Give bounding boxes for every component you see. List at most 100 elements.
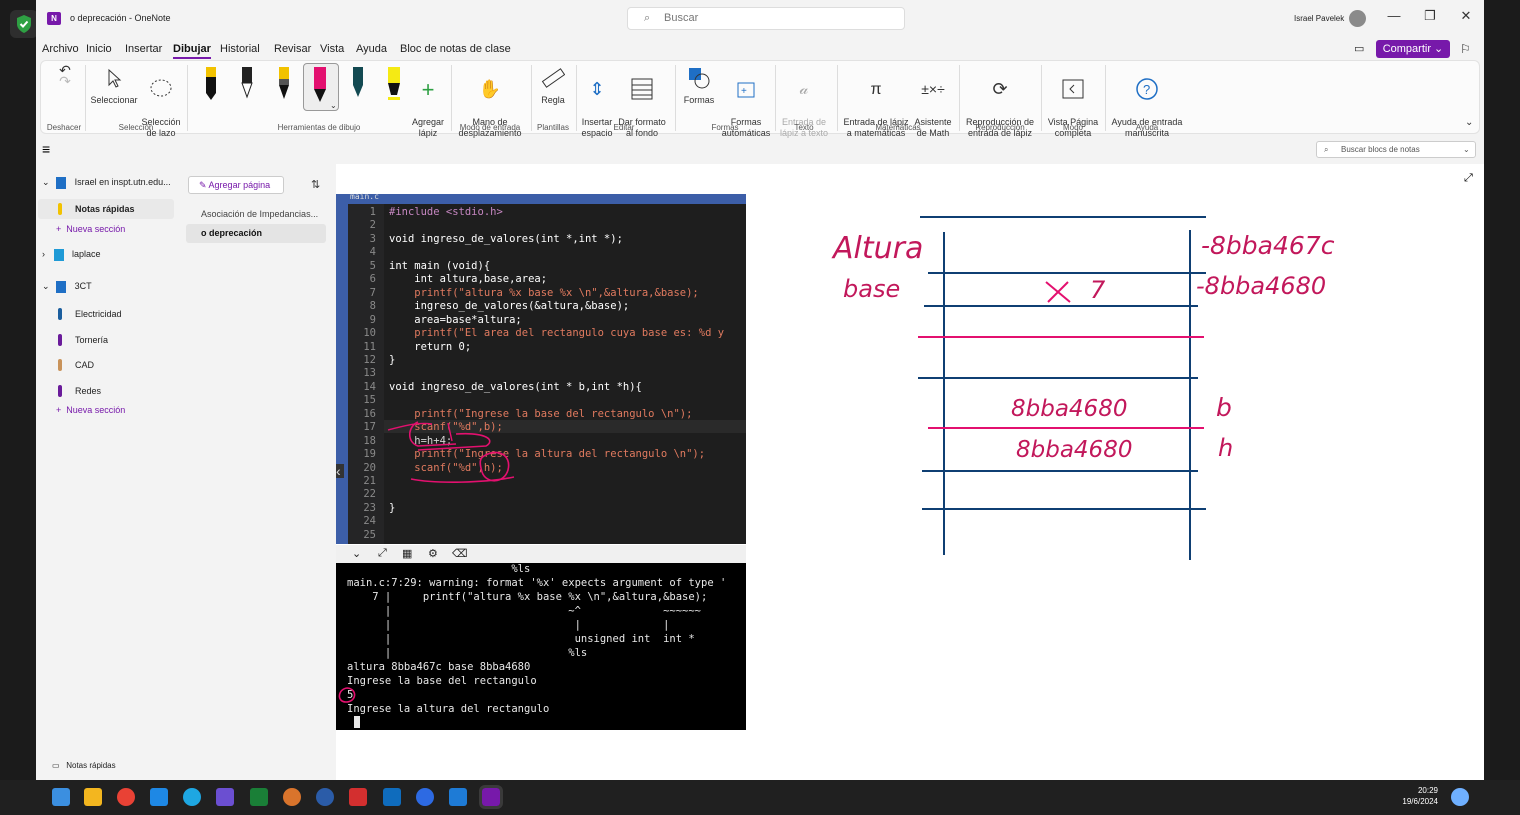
file-explorer-icon[interactable] (84, 788, 102, 806)
notebook-3ct[interactable]: ⌄ 3CT (42, 276, 92, 296)
menu-ayuda[interactable]: Ayuda (356, 43, 387, 55)
group-replay: Reproducción (975, 123, 1025, 132)
group-templates: Plantillas (536, 123, 569, 132)
page-item[interactable]: Asociación de Impedancias... (186, 204, 326, 224)
insert-space-button[interactable]: ⇕ Insertar espacio (579, 65, 615, 150)
lasso-button[interactable]: Selección de lazo (139, 65, 183, 150)
math-assistant-button[interactable]: ±×÷ Asistente de Math (911, 65, 955, 150)
pen-magenta-selected[interactable]: ⌄ (303, 63, 339, 111)
shapes-button[interactable]: Formas (679, 65, 719, 106)
autoshapes-button[interactable]: + Formas automáticas (721, 65, 771, 150)
menu-revisar[interactable]: Revisar (274, 43, 311, 55)
ink-to-math-button[interactable]: π Entrada de lápiz a matemáticas (841, 65, 911, 150)
expand-icon[interactable]: ⤢ (1464, 172, 1473, 185)
replay-icon: ⟳ (992, 78, 1008, 99)
section-torneria[interactable]: Tornería (58, 330, 108, 350)
pen-black-icon[interactable] (204, 67, 218, 101)
ink-replay-button[interactable]: ⟳ Reproducción de entrada de lápiz (963, 65, 1037, 150)
ink-to-text-button[interactable]: 𝒶 Entrada de lápiz a texto (777, 65, 831, 150)
acrobat-icon[interactable] (349, 788, 367, 806)
section-electricidad[interactable]: Electricidad (58, 304, 122, 324)
notebook-view-icon[interactable]: ▭ (1354, 42, 1364, 55)
ink-label-h: h (1218, 434, 1234, 462)
chevron-down-icon: ⌄ (42, 281, 50, 291)
edge-icon[interactable] (183, 788, 201, 806)
add-page-label: Agregar página (208, 180, 271, 190)
pen-yellow-icon[interactable] (277, 67, 291, 101)
quick-notes-footer[interactable]: ▭ Notas rápidas (52, 756, 116, 776)
undo-button[interactable]: ↶ ↷ (55, 63, 75, 88)
copilot-icon[interactable] (1451, 788, 1469, 806)
chevron-right-icon: › (42, 249, 45, 259)
section-label: Tornería (75, 335, 109, 345)
add-page-button[interactable]: ✎ Agregar página (188, 176, 284, 194)
ink-pointer-b-value: 8bba4680 (1011, 396, 1128, 422)
onenote-taskbar-icon[interactable] (479, 785, 503, 809)
notebook-israel[interactable]: ⌄ Israel en inspt.utn.edu... (42, 172, 171, 192)
full-page-view-button[interactable]: Vista Página completa (1045, 65, 1101, 150)
ink-pointer-h-value: 8bba4680 (1016, 437, 1133, 463)
menu-historial[interactable]: Historial (220, 43, 260, 55)
chevron-down-icon: ⌄ (42, 177, 50, 187)
minimize-icon[interactable]: — (1376, 8, 1412, 28)
menu-vista[interactable]: Vista (320, 43, 344, 55)
pen-teal-icon[interactable] (351, 67, 365, 101)
notebook-search-box[interactable]: ⌕ Buscar blocs de notas ⌄ (1316, 141, 1476, 158)
start-icon[interactable] (52, 788, 70, 806)
chrome-icon[interactable] (117, 788, 135, 806)
ink-address-base: -8bba4680 (1196, 272, 1327, 300)
chevron-down-icon[interactable]: ⌄ (1463, 142, 1470, 157)
onedrive-icon[interactable] (150, 788, 168, 806)
avatar[interactable] (1349, 10, 1366, 27)
search-box[interactable]: ⌕ Buscar (627, 7, 905, 30)
redo-icon[interactable]: ↷ (55, 74, 75, 88)
select-button[interactable]: Seleccionar (89, 65, 139, 106)
group-math: Matemáticas (875, 123, 921, 132)
new-section-link[interactable]: + Nueva sección (56, 219, 125, 239)
chrome-profile-icon[interactable] (283, 788, 301, 806)
ribbon-collapse-icon[interactable]: ⌄ (1465, 117, 1473, 128)
user-name: Israel Pavelek (1294, 14, 1345, 23)
full-page-icon (1059, 76, 1087, 102)
xbox-icon[interactable] (250, 788, 268, 806)
format-background-button[interactable]: Dar formato al fondo (615, 65, 669, 150)
zoom-icon[interactable] (416, 788, 434, 806)
clock-date: 19/6/2024 (1402, 797, 1438, 806)
vpn-icon[interactable] (316, 788, 334, 806)
page-item-selected[interactable]: o deprecación (186, 224, 326, 243)
ink-help-button[interactable]: ? Ayuda de entrada manuscrita (1109, 65, 1185, 150)
menu-archivo[interactable]: Archivo (42, 43, 79, 55)
menu-insertar[interactable]: Insertar (125, 43, 162, 55)
menu-inicio[interactable]: Inicio (86, 43, 112, 55)
ruler-button[interactable]: Regla (535, 65, 571, 106)
comments-icon[interactable]: ⚐ (1460, 42, 1471, 56)
close-icon[interactable]: ✕ (1448, 8, 1484, 28)
add-pen-button[interactable]: + Agregar lápiz (411, 65, 445, 150)
menu-bloc-de-notas[interactable]: Bloc de notas de clase (400, 43, 511, 55)
hamburger-menu-icon[interactable]: ≡ (42, 142, 50, 156)
menu-dibujar[interactable]: Dibujar (173, 43, 211, 59)
app-icon[interactable] (216, 788, 234, 806)
clock[interactable]: 20:29 19/6/2024 (1398, 785, 1438, 807)
restore-icon[interactable]: ❐ (1412, 8, 1448, 28)
scroll-left-icon[interactable]: ‹ (336, 464, 344, 478)
notebook-icon (53, 248, 64, 261)
vscode-icon[interactable] (449, 788, 467, 806)
notebook-laplace[interactable]: › laplace (42, 244, 101, 264)
new-section-link-2[interactable]: + Nueva sección (56, 400, 125, 420)
lasso-icon (147, 76, 175, 102)
section-quick-notes[interactable]: Notas rápidas (38, 199, 174, 219)
group-input-mode: Modo de entrada (459, 123, 521, 132)
sort-icon[interactable]: ⇅ (311, 178, 320, 191)
pi-icon: π (870, 80, 882, 98)
security-shield-icon[interactable] (10, 10, 38, 38)
section-redes[interactable]: Redes (58, 381, 101, 401)
highlighter-yellow-icon[interactable] (387, 67, 401, 101)
share-button[interactable]: Compartir ⌄ (1376, 40, 1450, 58)
pen-white-icon[interactable] (240, 67, 254, 101)
share-label: Compartir (1382, 43, 1431, 55)
pan-button[interactable]: ✋ Mano de desplazamiento (455, 65, 525, 150)
outlook-icon[interactable] (383, 788, 401, 806)
section-cad[interactable]: CAD (58, 355, 94, 375)
ribbon: ↶ ↷ Deshacer Seleccionar Selección de laz… (40, 60, 1480, 138)
